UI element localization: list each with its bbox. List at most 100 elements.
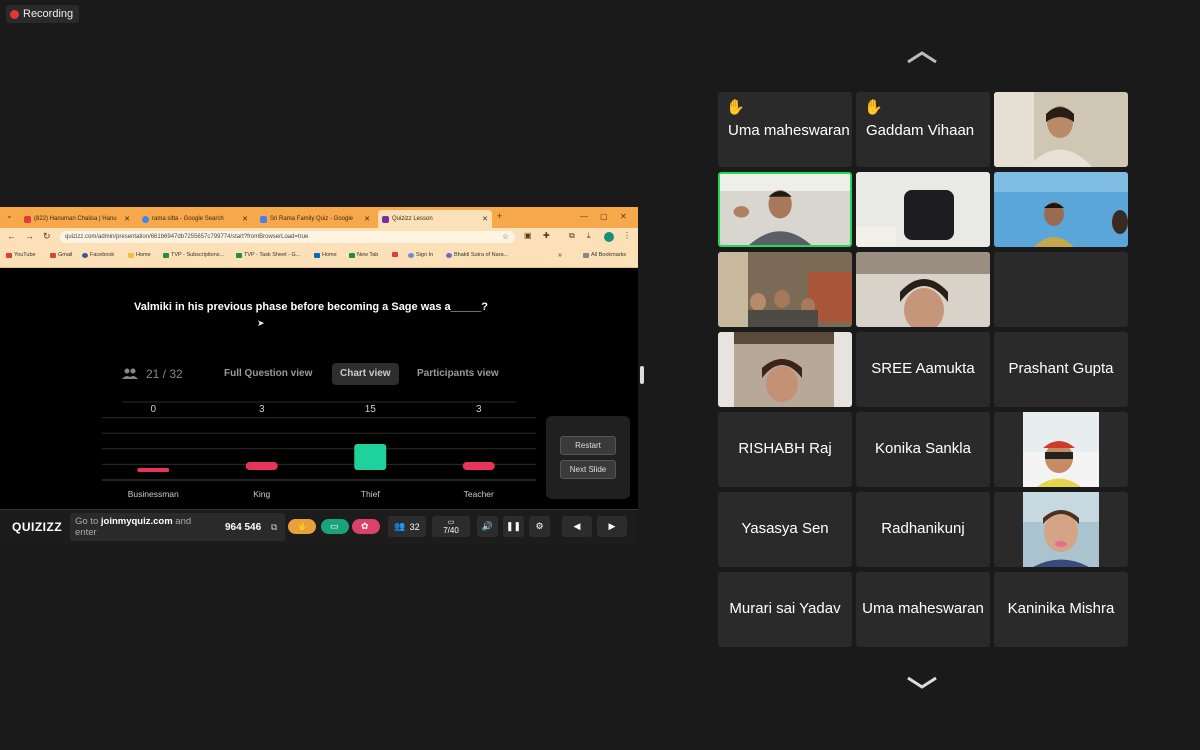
cast-icon[interactable]: ⧉: [569, 231, 575, 241]
bookmark[interactable]: New Tab: [349, 252, 378, 258]
close-window-icon[interactable]: ✕: [620, 212, 627, 221]
participant-tile[interactable]: SREE Aamukta: [856, 332, 990, 407]
participant-name: Radhanikunj: [881, 520, 965, 537]
participant-tile[interactable]: [718, 172, 852, 247]
people-icon: 👥: [394, 521, 406, 531]
close-icon[interactable]: ✕: [242, 215, 248, 223]
puzzle-icon[interactable]: ✚: [543, 231, 550, 240]
participant-name: Uma maheswaran: [862, 600, 984, 617]
restart-button[interactable]: Restart: [560, 436, 616, 455]
tab-participants-view[interactable]: Participants view: [409, 363, 507, 385]
new-tab-button[interactable]: +: [497, 211, 502, 221]
next-button[interactable]: ▶: [597, 516, 627, 537]
category-label: Businessman: [128, 489, 179, 499]
bookmark[interactable]: Home: [128, 252, 151, 258]
extension-icon[interactable]: ▣: [524, 231, 532, 240]
players-button[interactable]: 👥 32: [388, 516, 426, 537]
participant-name: Yasasya Sen: [741, 520, 829, 537]
tab-chart-view[interactable]: Chart view: [332, 363, 399, 385]
participant-tile[interactable]: [994, 492, 1128, 567]
forward-icon[interactable]: →: [25, 231, 34, 241]
participant-tile[interactable]: [994, 92, 1128, 167]
bookmark[interactable]: Gmail: [50, 252, 72, 258]
bookmark[interactable]: Home: [314, 252, 337, 258]
minimize-icon[interactable]: —: [580, 212, 588, 221]
reaction-button[interactable]: ✋: [288, 519, 316, 534]
reload-icon[interactable]: ↻: [43, 231, 51, 242]
bookmark[interactable]: TVP - Task Sheet - G...: [236, 252, 300, 258]
copy-icon[interactable]: ⧉: [271, 522, 277, 533]
participant-name: Konika Sankla: [875, 440, 971, 457]
tab-label: Quizizz Lesson: [392, 216, 433, 222]
participant-tile[interactable]: [718, 252, 852, 327]
bookmark-label: New Tab: [357, 252, 379, 258]
sheets-icon: [349, 252, 355, 258]
tab-label: (822) Hanuman Chalisa | Hanu: [34, 216, 117, 222]
participant-tile[interactable]: ✋ Gaddam Vihaan: [856, 92, 990, 167]
browser-tab[interactable]: rama sitta - Google Search ✕: [138, 210, 252, 228]
participant-name: Gaddam Vihaan: [866, 122, 975, 139]
maximize-icon[interactable]: ▢: [600, 212, 608, 221]
participant-tile[interactable]: ✋ Uma maheswaran: [718, 92, 852, 167]
screen-button[interactable]: ▭: [321, 519, 349, 534]
browser-tab-active[interactable]: Quizizz Lesson ✕: [378, 210, 492, 228]
category-label: King: [253, 489, 270, 499]
participant-video: [994, 92, 1128, 167]
participant-video: [718, 332, 852, 407]
chevron-down-icon[interactable]: [906, 676, 938, 690]
close-icon[interactable]: ✕: [124, 215, 130, 223]
participant-tile[interactable]: Prashant Gupta: [994, 332, 1128, 407]
participant-tile[interactable]: [994, 412, 1128, 487]
participant-tile[interactable]: Yasasya Sen: [718, 492, 852, 567]
participant-video: [856, 252, 990, 327]
next-slide-button[interactable]: Next Slide: [560, 460, 616, 479]
participant-tile[interactable]: [994, 252, 1128, 327]
participant-tile[interactable]: [994, 172, 1128, 247]
close-icon[interactable]: ✕: [482, 215, 488, 223]
close-icon[interactable]: ✕: [364, 215, 370, 223]
url-field[interactable]: quizizz.com/admin/presentation/661b6947d…: [60, 231, 515, 243]
recording-indicator[interactable]: Recording: [6, 5, 80, 23]
participant-tile[interactable]: Uma maheswaran: [856, 572, 990, 647]
bookmark[interactable]: TVP - Subscriptions...: [163, 252, 224, 258]
participant-tile[interactable]: [856, 172, 990, 247]
profile-avatar[interactable]: [604, 232, 614, 242]
bookmark[interactable]: Facebook: [82, 252, 114, 258]
tab-full-question-view[interactable]: Full Question view: [216, 363, 320, 385]
browser-tab[interactable]: Sri Rama Family Quiz - Google ✕: [256, 210, 374, 228]
participant-tile[interactable]: [718, 332, 852, 407]
folder-icon: [583, 252, 589, 258]
participant-tile[interactable]: Konika Sankla: [856, 412, 990, 487]
bookmark-label: Gmail: [58, 252, 73, 258]
all-bookmarks[interactable]: All Bookmarks: [583, 252, 626, 258]
participant-tile[interactable]: Kaninika Mishra: [994, 572, 1128, 647]
previous-button[interactable]: ◀: [562, 516, 592, 537]
participant-tile[interactable]: Murari sai Yadav: [718, 572, 852, 647]
settings-button[interactable]: ⚙: [529, 516, 550, 537]
pause-button[interactable]: ❚❚: [503, 516, 524, 537]
pause-icon: ❚❚: [505, 521, 522, 531]
slide-counter[interactable]: ▭ 7/40: [432, 516, 470, 537]
bookmark[interactable]: Sign In: [408, 252, 433, 258]
star-icon[interactable]: ☆: [502, 231, 509, 243]
chevron-up-icon[interactable]: [906, 50, 938, 64]
browser-tab[interactable]: (822) Hanuman Chalisa | Hanu ✕: [20, 210, 134, 228]
splitter-handle[interactable]: [640, 366, 644, 384]
bookmark[interactable]: YouTube: [6, 252, 36, 258]
download-icon[interactable]: ⤓: [587, 231, 591, 241]
participant-tile[interactable]: RISHABH Raj: [718, 412, 852, 487]
tab-search-icon[interactable]: ⌄: [6, 211, 13, 220]
participant-count: 21 / 32: [122, 367, 183, 381]
menu-icon[interactable]: ⋮: [623, 231, 631, 240]
docs-icon: [260, 215, 267, 223]
theme-button[interactable]: ✿: [352, 519, 380, 534]
bookmark[interactable]: [392, 252, 398, 257]
youtube-icon: [24, 215, 31, 223]
participant-tile[interactable]: Radhanikunj: [856, 492, 990, 567]
participant-tile[interactable]: [856, 252, 990, 327]
chart-bar: [462, 462, 495, 470]
volume-button[interactable]: 🔊: [477, 516, 498, 537]
more-bookmarks-icon[interactable]: »: [558, 252, 562, 259]
bookmark[interactable]: Bhakti Sutra of Nara...: [446, 252, 508, 258]
back-icon[interactable]: ←: [7, 231, 16, 241]
